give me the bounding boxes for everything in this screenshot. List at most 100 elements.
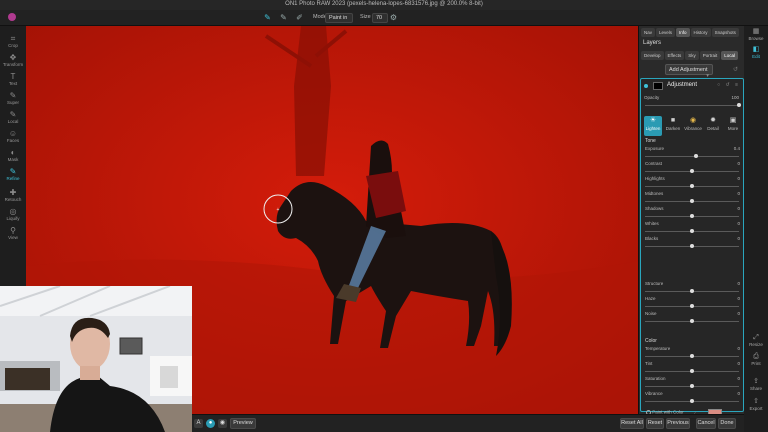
slider-value[interactable]: 0 [737, 161, 740, 166]
slider-knob[interactable] [690, 304, 694, 308]
tab-develop[interactable]: Develop [641, 51, 664, 60]
slider-midtones[interactable]: Midtones 0 [644, 191, 742, 207]
chevron-down-icon: ▣ [729, 117, 737, 124]
module-share[interactable]: ⇪ Share [744, 378, 768, 391]
preset-lighten[interactable]: ☀ Lighten [644, 116, 662, 136]
slider-exposure[interactable]: Exposure 0.4 [644, 146, 742, 162]
tool-faces[interactable]: ☺ Faces [0, 129, 26, 143]
module-edit[interactable]: ◧ Edit [744, 46, 768, 59]
tool-super-brush[interactable]: ✎ Super [0, 91, 26, 105]
slider-structure[interactable]: Structure 0 [644, 281, 742, 297]
slider-value[interactable]: 0 [737, 296, 740, 301]
mode-select[interactable]: Paint in [325, 13, 353, 23]
slider-temperature[interactable]: Temperature 0 [644, 346, 742, 362]
brush-icon[interactable]: ✎ [279, 13, 288, 22]
previous-button[interactable]: Previous [666, 418, 690, 429]
slider-knob[interactable] [690, 244, 694, 248]
module-browse[interactable]: ▦ Browse [744, 28, 768, 41]
bottom-bar: A ● ◉ Preview [192, 414, 638, 432]
slider-knob[interactable] [690, 214, 694, 218]
tool-mask[interactable]: ◐ Mask [0, 148, 26, 162]
slider-track[interactable] [645, 156, 739, 157]
slider-value[interactable]: 0 [737, 346, 740, 351]
slider-value[interactable]: 0 [737, 311, 740, 316]
preview-button[interactable]: Preview [230, 418, 256, 429]
tool-refine[interactable]: ✎ Refine [0, 167, 26, 181]
slider-shadows[interactable]: Shadows 0 [644, 206, 742, 222]
mask-view-icon[interactable]: ● [206, 419, 215, 428]
refine-brush-icon[interactable]: ✎ [263, 13, 272, 22]
tool-liquify[interactable]: ◎ Liquify [0, 207, 26, 221]
tool-retouch[interactable]: ✚ Retouch [0, 188, 26, 202]
slider-knob[interactable] [690, 354, 694, 358]
tab-local[interactable]: Local [721, 51, 738, 60]
preset-more[interactable]: ▣ More [724, 116, 742, 136]
slider-knob[interactable] [690, 229, 694, 233]
tab-history[interactable]: History [690, 28, 711, 37]
slider-contrast[interactable]: Contrast 0 [644, 161, 742, 177]
slider-label: Contrast [645, 161, 663, 166]
slider-knob[interactable] [690, 289, 694, 293]
gear-icon[interactable]: ⚙ [389, 13, 398, 22]
slider-haze[interactable]: Haze 0 [644, 296, 742, 312]
slider-knob[interactable] [690, 184, 694, 188]
app-logo-icon[interactable] [8, 13, 16, 21]
tab-portrait[interactable]: Portrait [699, 51, 721, 60]
slider-knob[interactable] [690, 199, 694, 203]
slider-saturation[interactable]: Saturation 0 [644, 376, 742, 392]
slider-vibrance[interactable]: Vibrance 0 [644, 391, 742, 407]
opacity-slider[interactable] [644, 95, 742, 111]
slider-value[interactable]: 0 [737, 391, 740, 396]
slider-knob[interactable] [693, 154, 698, 158]
undo-icon[interactable]: ↺ [733, 66, 738, 73]
module-export[interactable]: ⇧ Export [744, 398, 768, 411]
slider-knob[interactable] [690, 384, 694, 388]
preset-darken[interactable]: ■ Darken [664, 116, 682, 136]
tab-sky[interactable]: Sky [685, 51, 699, 60]
eye-icon[interactable]: ◉ [218, 419, 227, 428]
module-resize[interactable]: ⤢ Resize [744, 334, 768, 347]
slider-knob[interactable] [690, 369, 694, 373]
tool-local[interactable]: ✎ Local [0, 110, 26, 124]
slider-blacks[interactable]: Blacks 0 [644, 236, 742, 252]
cancel-button[interactable]: Cancel [696, 418, 716, 429]
add-adjustment-button[interactable]: Add Adjustment ▾ [665, 64, 713, 79]
layer-options-icon[interactable]: ○ ↺ ≡ [717, 82, 740, 88]
slider-value[interactable]: 0 [737, 281, 740, 286]
layer-visibility-icon[interactable] [644, 84, 648, 88]
eraser-icon[interactable]: ✐ [295, 13, 304, 22]
tab-info[interactable]: Info [676, 28, 690, 37]
slider-knob[interactable] [690, 169, 694, 173]
slider-knob[interactable] [690, 399, 694, 403]
reset-all-button[interactable]: Reset All [620, 418, 644, 429]
slider-tint[interactable]: Tint 0 [644, 361, 742, 377]
slider-noise[interactable]: Noise 0 [644, 311, 742, 327]
tool-view[interactable]: ⚲ View [0, 226, 26, 240]
slider-value[interactable]: 0 [737, 376, 740, 381]
size-input[interactable]: 70 [372, 13, 388, 23]
slider-value[interactable]: 0 [737, 206, 740, 211]
slider-value[interactable]: 0.4 [734, 146, 740, 151]
reset-button[interactable]: Reset [646, 418, 664, 429]
slider-value[interactable]: 0 [737, 361, 740, 366]
slider-value[interactable]: 0 [737, 221, 740, 226]
tab-snapshots[interactable]: Snapshots [711, 28, 739, 37]
done-button[interactable]: Done [718, 418, 736, 429]
slider-value[interactable]: 0 [737, 236, 740, 241]
slider-value[interactable]: 0 [737, 176, 740, 181]
slider-highlights[interactable]: Highlights 0 [644, 176, 742, 192]
tool-crop[interactable]: ⌗ Crop [0, 34, 26, 48]
slider-whites[interactable]: Whites 0 [644, 221, 742, 237]
tab-levels[interactable]: Levels [656, 28, 676, 37]
layer-mask-thumbnail[interactable] [653, 82, 663, 90]
compare-icon[interactable]: A [194, 419, 203, 428]
slider-value[interactable]: 0 [737, 191, 740, 196]
tab-effects[interactable]: Effects [664, 51, 685, 60]
preset-detail[interactable]: ✹ Detail [704, 116, 722, 136]
tool-text[interactable]: T Text [0, 72, 26, 86]
tab-nav[interactable]: Nav [641, 28, 656, 37]
preset-vibrance[interactable]: ◉ Vibrance [684, 116, 702, 136]
slider-knob[interactable] [690, 319, 694, 323]
module-print[interactable]: ⎙ Print [744, 353, 768, 366]
tool-transform[interactable]: ✥ Transform [0, 53, 26, 67]
